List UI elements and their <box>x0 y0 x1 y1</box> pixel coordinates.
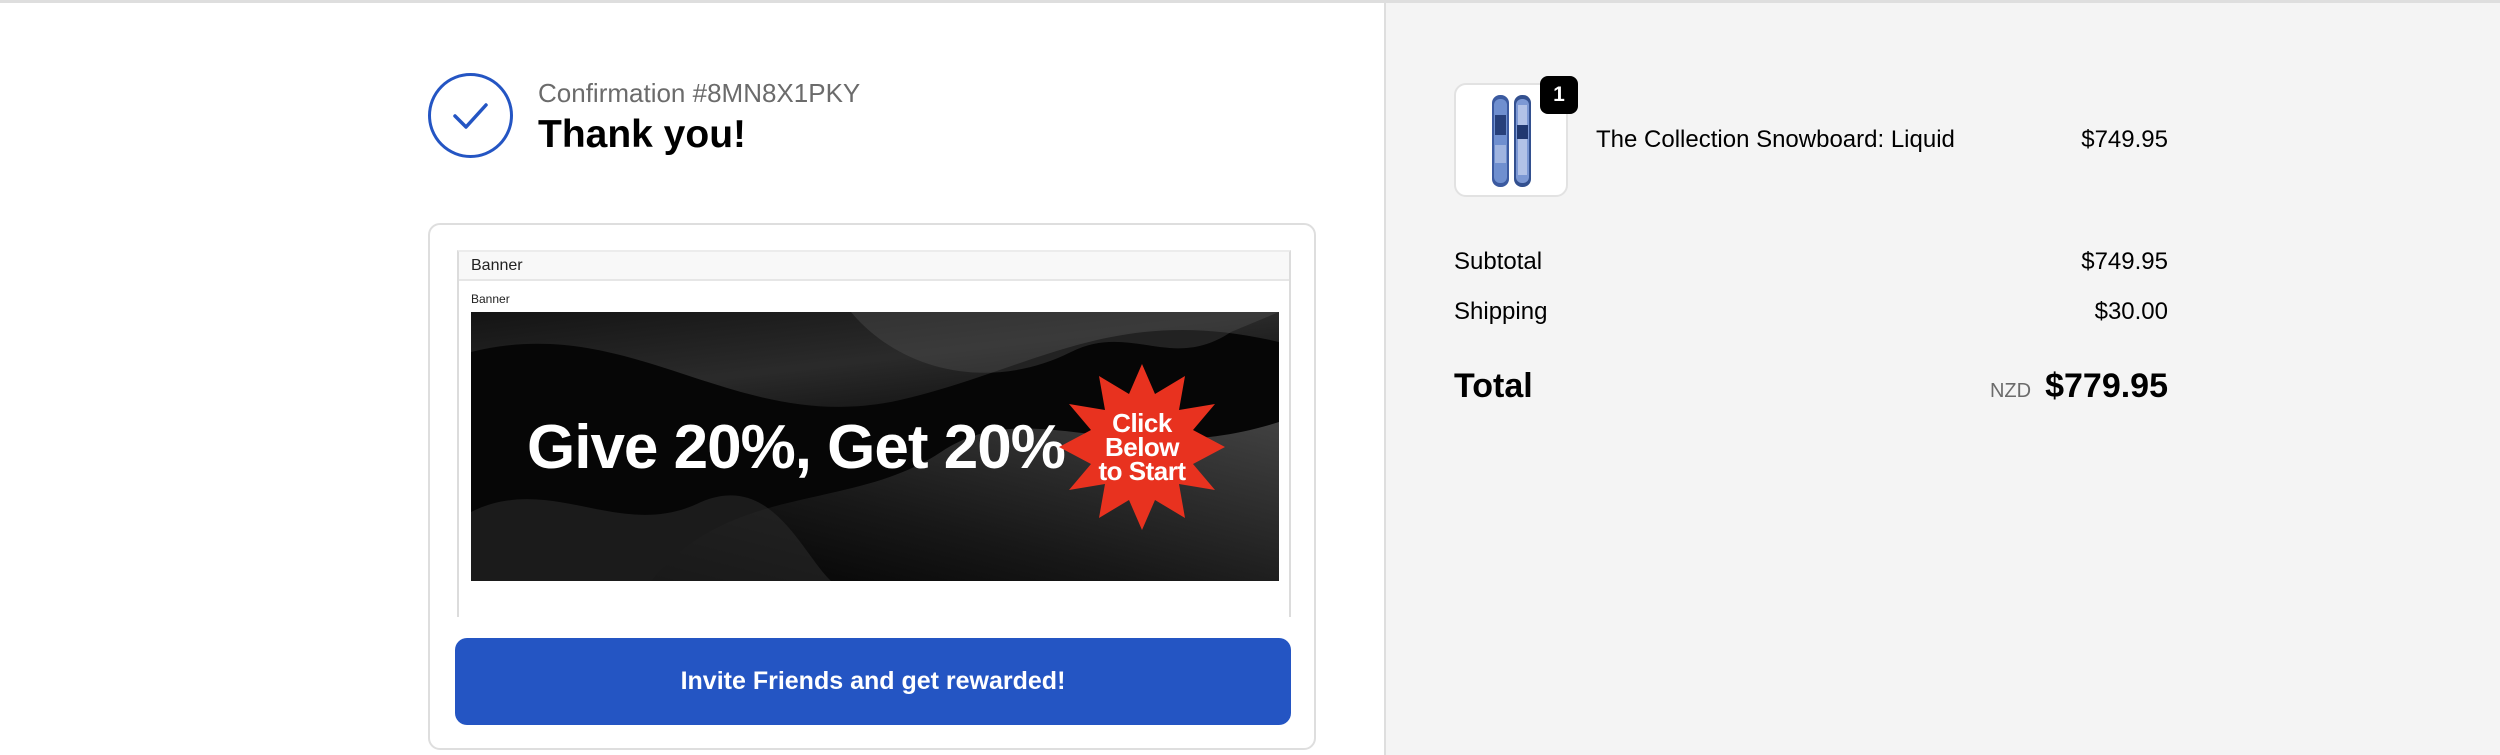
total-row: Total NZD $779.95 <box>1454 363 2168 413</box>
banner-headline: Give 20%, Get 20% <box>527 413 1066 482</box>
total-amount-group: NZD $779.95 <box>1990 367 2168 406</box>
banner-frame: Banner Banner Give 20%, Get 20% Click Be… <box>457 250 1291 617</box>
shipping-value: $30.00 <box>2094 298 2168 325</box>
product-line-item: 1 The Collection Snowboard: Liquid $749.… <box>1454 76 2168 197</box>
shipping-row: Shipping $30.00 <box>1454 298 2168 330</box>
banner-card: Banner Banner Give 20%, Get 20% Click Be… <box>428 223 1316 750</box>
shipping-label: Shipping <box>1454 298 1548 325</box>
starburst-text: Click Below to Start <box>1098 408 1187 486</box>
starburst-badge: Click Below to Start <box>1057 362 1227 532</box>
product-price: $749.95 <box>2081 126 2168 153</box>
confirmation-number: Confirmation #8MN8X1PKY <box>538 78 861 108</box>
quantity-badge: 1 <box>1540 76 1578 114</box>
main-content: Confirmation #8MN8X1PKY Thank you! Banne… <box>0 3 1384 755</box>
confirmation-header: Confirmation #8MN8X1PKY Thank you! <box>428 71 1328 161</box>
page-title: Thank you! <box>538 113 747 156</box>
order-summary: 1 The Collection Snowboard: Liquid $749.… <box>1384 3 2500 755</box>
banner-frame-title: Banner <box>471 257 523 274</box>
checkmark-circle-icon <box>428 73 513 158</box>
currency-code: NZD <box>1989 380 2032 402</box>
total-label: Total <box>1454 367 1533 405</box>
promo-banner-image[interactable]: Give 20%, Get 20% Click Below to Start <box>471 312 1279 581</box>
subtotal-value: $749.95 <box>2081 248 2168 275</box>
invite-friends-button[interactable]: Invite Friends and get rewarded! <box>455 638 1291 725</box>
subtotal-row: Subtotal $749.95 <box>1454 248 2168 280</box>
product-name: The Collection Snowboard: Liquid <box>1596 126 1955 153</box>
banner-frame-header: Banner <box>459 252 1289 281</box>
subtotal-label: Subtotal <box>1454 248 1543 275</box>
banner-inner-label: Banner <box>471 292 510 306</box>
starburst-label: Click Below to Start <box>1057 362 1227 532</box>
total-value: $779.95 <box>2045 367 2168 405</box>
